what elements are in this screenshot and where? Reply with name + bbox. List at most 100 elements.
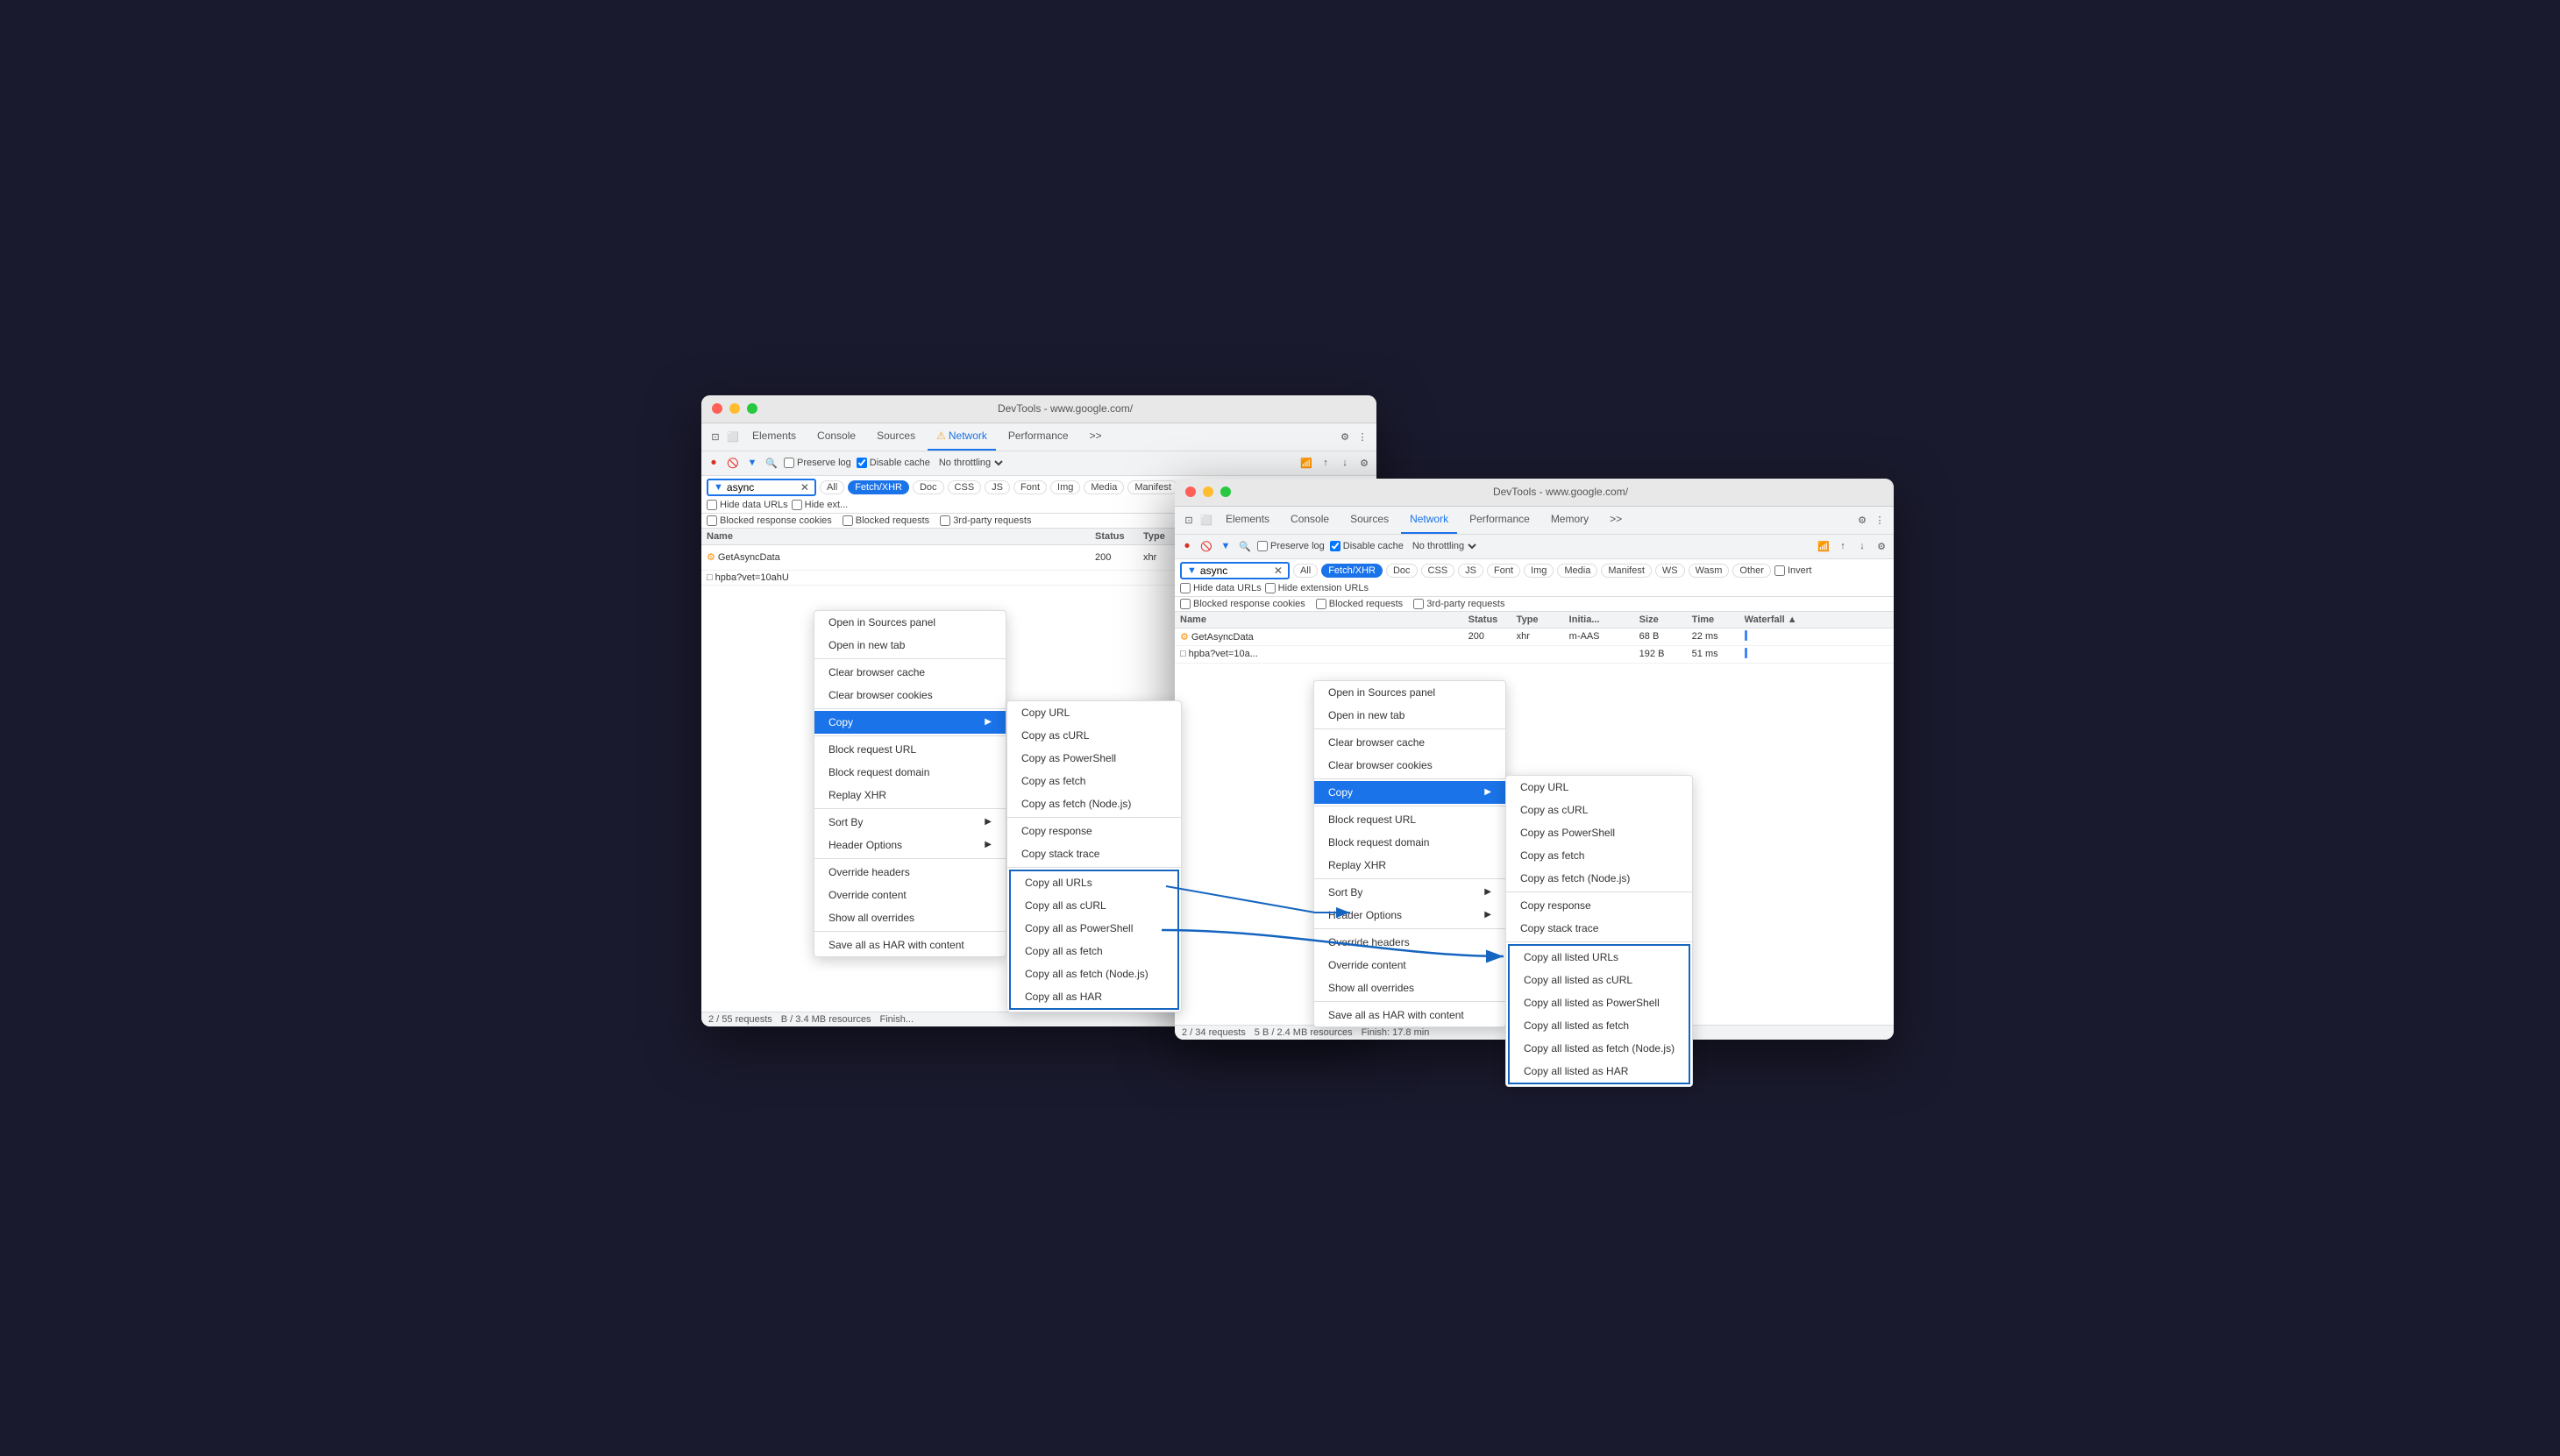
hide-data-check-2[interactable] (1180, 583, 1191, 593)
clear-search-2[interactable]: ✕ (1274, 565, 1283, 577)
tab-sources-2[interactable]: Sources (1341, 506, 1397, 534)
settings-icon-1[interactable]: ⚙ (1338, 430, 1352, 444)
filter-media-2[interactable]: Media (1557, 564, 1597, 578)
close-button-2[interactable] (1185, 487, 1196, 497)
more-icon-1[interactable]: ⋮ (1355, 430, 1369, 444)
filter-img-1[interactable]: Img (1050, 480, 1080, 494)
copy2-curl[interactable]: Copy as cURL (1506, 799, 1692, 821)
hide-ext-check-1[interactable] (792, 500, 802, 510)
tab-network-1[interactable]: ⚠ Network (928, 423, 996, 451)
ctx1-open-sources[interactable]: Open in Sources panel (814, 611, 1006, 634)
download-icon-2[interactable]: ↓ (1855, 539, 1869, 553)
ctx2-override-headers[interactable]: Override headers (1314, 931, 1505, 954)
col-waterfall-header-2[interactable]: Waterfall ▲ (1745, 614, 1888, 625)
copy1-curl[interactable]: Copy as cURL (1007, 724, 1181, 747)
col-name-header-2[interactable]: Name (1180, 614, 1468, 625)
copy1-all-curl[interactable]: Copy all as cURL (1011, 894, 1177, 917)
third-party-1[interactable]: 3rd-party requests (940, 515, 1031, 526)
copy1-all-har[interactable]: Copy all as HAR (1011, 985, 1177, 1008)
settings2-icon-2[interactable]: ⚙ (1874, 539, 1888, 553)
filter-other-2[interactable]: Other (1732, 564, 1771, 578)
invert-check-2[interactable] (1774, 565, 1785, 576)
filter-doc-1[interactable]: Doc (913, 480, 944, 494)
filter-fetchxhr-2[interactable]: Fetch/XHR (1321, 564, 1383, 578)
ctx2-clear-cache[interactable]: Clear browser cache (1314, 731, 1505, 754)
tab-more-2[interactable]: >> (1601, 506, 1631, 534)
ctx2-copy[interactable]: Copy▶ (1314, 781, 1505, 804)
search-input-2[interactable] (1200, 565, 1270, 577)
ctx1-save-har[interactable]: Save all as HAR with content (814, 934, 1006, 956)
device-icon[interactable]: ⬜ (726, 430, 740, 444)
tab-elements-2[interactable]: Elements (1217, 506, 1278, 534)
preserve-log-label-2[interactable]: Preserve log (1257, 541, 1325, 551)
filter-js-1[interactable]: JS (985, 480, 1010, 494)
hide-ext-label-1[interactable]: Hide ext... (792, 500, 849, 510)
copy1-fetch[interactable]: Copy as fetch (1007, 770, 1181, 792)
clear-search-1[interactable]: ✕ (800, 481, 809, 494)
hide-ext-check-2[interactable] (1265, 583, 1276, 593)
third-party-2[interactable]: 3rd-party requests (1413, 599, 1504, 609)
upload-icon-2[interactable]: ↑ (1836, 539, 1850, 553)
settings-icon-2[interactable]: ⚙ (1855, 513, 1869, 527)
filter-all-2[interactable]: All (1293, 564, 1318, 578)
ctx2-clear-cookies[interactable]: Clear browser cookies (1314, 754, 1505, 777)
tab-performance-1[interactable]: Performance (999, 423, 1077, 451)
filter-font-2[interactable]: Font (1487, 564, 1520, 578)
col-initiator-header-2[interactable]: Initia... (1569, 614, 1639, 625)
upload-icon-1[interactable]: ↑ (1319, 456, 1333, 470)
filter-css-1[interactable]: CSS (948, 480, 982, 494)
minimize-button-1[interactable] (729, 403, 740, 414)
ctx1-override-headers[interactable]: Override headers (814, 861, 1006, 884)
blocked-cookies-1[interactable]: Blocked response cookies (707, 515, 832, 526)
tab-elements-1[interactable]: Elements (743, 423, 805, 451)
copy2-ps[interactable]: Copy as PowerShell (1506, 821, 1692, 844)
disable-cache-check-2[interactable] (1330, 541, 1340, 551)
ctx1-show-overrides[interactable]: Show all overrides (814, 906, 1006, 929)
blocked-requests-2[interactable]: Blocked requests (1316, 599, 1403, 609)
ctx1-override-content[interactable]: Override content (814, 884, 1006, 906)
search-btn-2[interactable]: 🔍 (1238, 539, 1252, 553)
ctx2-header-opts[interactable]: Header Options▶ (1314, 904, 1505, 927)
copy2-all-listed-har[interactable]: Copy all listed as HAR (1510, 1060, 1689, 1083)
filter-wasm-2[interactable]: Wasm (1689, 564, 1730, 578)
filter-font-1[interactable]: Font (1013, 480, 1047, 494)
settings2-icon-1[interactable]: ⚙ (1357, 456, 1371, 470)
tab-console-2[interactable]: Console (1282, 506, 1338, 534)
filter-manifest-1[interactable]: Manifest (1127, 480, 1178, 494)
ctx1-replay-xhr[interactable]: Replay XHR (814, 784, 1006, 806)
ctx1-sort-by[interactable]: Sort By▶ (814, 811, 1006, 834)
disable-cache-label-1[interactable]: Disable cache (857, 458, 930, 468)
filter-img-2[interactable]: Img (1524, 564, 1554, 578)
minimize-button-2[interactable] (1203, 487, 1213, 497)
col-time-header-2[interactable]: Time (1692, 614, 1745, 625)
copy2-fetch[interactable]: Copy as fetch (1506, 844, 1692, 867)
throttling-select-2[interactable]: No throttling (1409, 540, 1479, 552)
copy1-ps[interactable]: Copy as PowerShell (1007, 747, 1181, 770)
copy2-fetch-node[interactable]: Copy as fetch (Node.js) (1506, 867, 1692, 890)
ctx1-clear-cookies[interactable]: Clear browser cookies (814, 684, 1006, 707)
search-btn-1[interactable]: 🔍 (764, 456, 779, 470)
copy2-response[interactable]: Copy response (1506, 894, 1692, 917)
filter-css-2[interactable]: CSS (1421, 564, 1455, 578)
col-status-header-1[interactable]: Status (1095, 531, 1143, 542)
copy1-all-fetch-node[interactable]: Copy all as fetch (Node.js) (1011, 962, 1177, 985)
filter-js-2[interactable]: JS (1458, 564, 1483, 578)
tab-more-1[interactable]: >> (1081, 423, 1111, 451)
copy2-all-listed-fetch-node[interactable]: Copy all listed as fetch (Node.js) (1510, 1037, 1689, 1060)
disable-cache-label-2[interactable]: Disable cache (1330, 541, 1404, 551)
clear-btn-1[interactable]: 🚫 (726, 456, 740, 470)
blocked-cookies-2[interactable]: Blocked response cookies (1180, 599, 1305, 609)
invert-label-2[interactable]: Invert (1774, 565, 1812, 576)
hide-data-label-1[interactable]: Hide data URLs (707, 500, 788, 510)
more-icon-2[interactable]: ⋮ (1873, 513, 1887, 527)
copy2-all-listed-curl[interactable]: Copy all listed as cURL (1510, 969, 1689, 991)
preserve-log-check-2[interactable] (1257, 541, 1268, 551)
ctx1-block-url[interactable]: Block request URL (814, 738, 1006, 761)
record-btn-2[interactable]: ⏺ (1180, 539, 1194, 553)
copy1-all-ps[interactable]: Copy all as PowerShell (1011, 917, 1177, 940)
copy1-response[interactable]: Copy response (1007, 820, 1181, 842)
download-icon-1[interactable]: ↓ (1338, 456, 1352, 470)
ctx2-sort-by[interactable]: Sort By▶ (1314, 881, 1505, 904)
tab-memory-2[interactable]: Memory (1542, 506, 1597, 534)
copy1-all-fetch[interactable]: Copy all as fetch (1011, 940, 1177, 962)
